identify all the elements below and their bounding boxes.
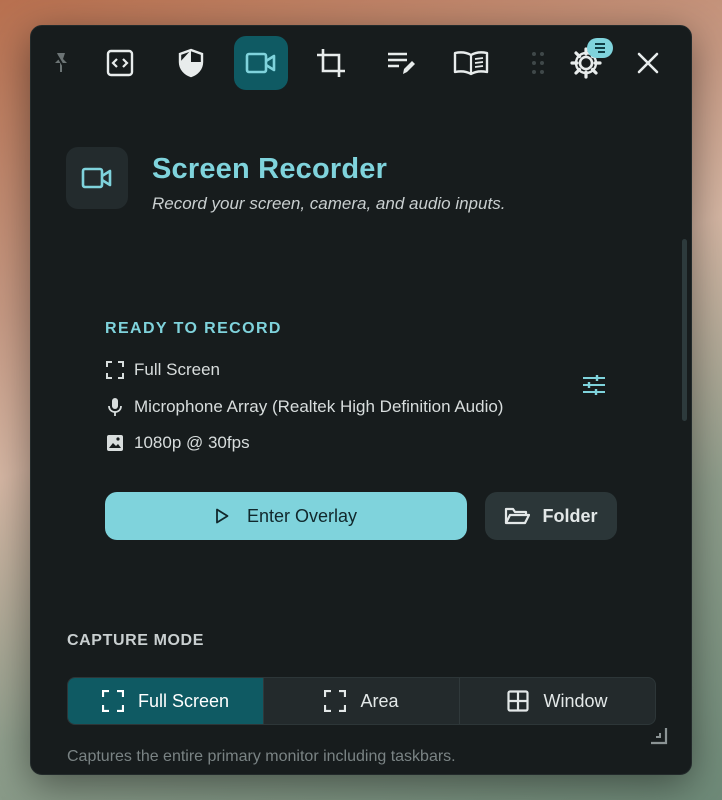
update-badge (587, 38, 613, 58)
crop-button[interactable] (304, 36, 358, 90)
area-select-icon (324, 690, 347, 712)
capture-mode-full-screen[interactable]: Full Screen (68, 678, 264, 724)
play-icon (215, 508, 229, 524)
capture-mode-window[interactable]: Window (460, 678, 655, 724)
crop-icon (317, 49, 345, 77)
window-grid-icon (507, 690, 530, 712)
pin-icon (54, 51, 68, 73)
capture-mode-area[interactable]: Area (264, 678, 460, 724)
edit-list-icon (388, 52, 415, 74)
capture-mode-selector: Full Screen Area Window (67, 677, 656, 725)
code-button[interactable] (93, 36, 147, 90)
capture-mode-label: Area (360, 690, 399, 711)
resize-corner-icon (651, 728, 668, 745)
capture-mode-description: Captures the entire primary monitor incl… (67, 748, 456, 765)
close-icon (637, 52, 659, 74)
recorder-button[interactable] (234, 36, 288, 90)
quality-summary: 1080p @ 30fps (105, 432, 250, 454)
fullscreen-icon (101, 690, 124, 712)
grip-dots-icon (532, 52, 544, 74)
video-camera-icon (81, 167, 112, 189)
reader-button[interactable] (444, 36, 498, 90)
quality-summary-text: 1080p @ 30fps (134, 433, 250, 452)
open-book-icon (453, 51, 489, 76)
page-subtitle: Record your screen, camera, and audio in… (152, 194, 506, 213)
recorder-hero-icon (66, 147, 128, 209)
video-camera-icon (245, 52, 276, 74)
capture-summary-text: Full Screen (134, 360, 220, 379)
resize-grip[interactable] (649, 726, 669, 746)
microphone-icon (105, 397, 125, 417)
fullscreen-icon (105, 360, 125, 380)
scrollbar[interactable] (682, 239, 687, 421)
screen-recorder-panel: Screen Recorder Record your screen, came… (30, 25, 692, 775)
capture-summary: Full Screen (105, 359, 220, 381)
shield-icon (178, 48, 204, 78)
code-icon (106, 49, 134, 77)
folder-label: Folder (542, 505, 598, 526)
close-button[interactable] (621, 36, 675, 90)
notes-button[interactable] (374, 36, 428, 90)
recording-settings-button[interactable] (579, 370, 609, 400)
microphone-summary-text: Microphone Array (Realtek High Definitio… (134, 397, 504, 416)
sliders-icon (583, 375, 605, 395)
pin-button[interactable] (35, 36, 89, 90)
microphone-summary: Microphone Array (Realtek High Definitio… (105, 396, 503, 418)
enter-overlay-button[interactable]: Enter Overlay (105, 492, 467, 540)
notification-icon (595, 43, 605, 53)
capture-mode-label: Window (543, 690, 608, 711)
shield-button[interactable] (164, 36, 218, 90)
drag-handle[interactable] (528, 50, 548, 76)
image-quality-icon (105, 433, 125, 453)
toolbar (31, 26, 691, 100)
enter-overlay-label: Enter Overlay (246, 505, 358, 526)
capture-mode-title: CAPTURE MODE (67, 632, 204, 649)
capture-mode-label: Full Screen (137, 690, 230, 711)
ready-label: READY TO RECORD (105, 320, 282, 337)
settings-button[interactable] (559, 36, 613, 90)
page-title: Screen Recorder (152, 153, 388, 185)
folder-icon (504, 506, 531, 526)
folder-button[interactable]: Folder (485, 492, 617, 540)
